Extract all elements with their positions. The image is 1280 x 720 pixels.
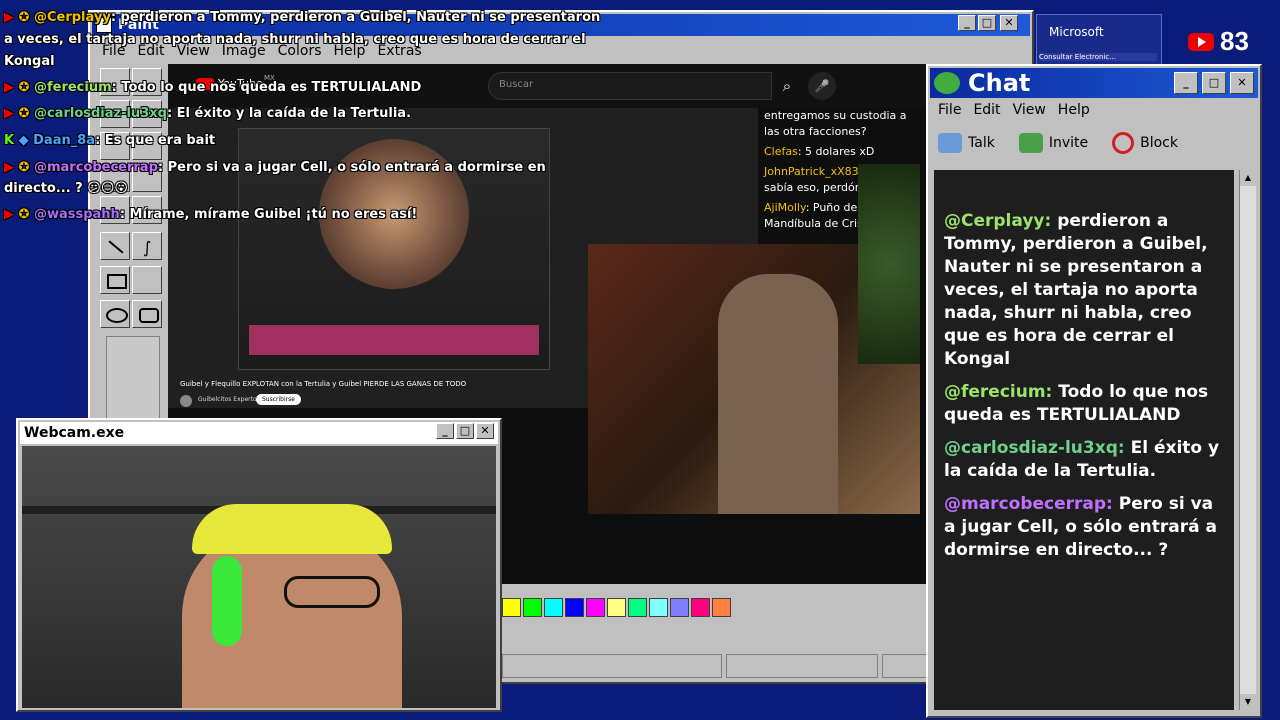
kick-icon: K — [4, 133, 15, 148]
chat-menu-help[interactable]: Help — [1052, 102, 1096, 118]
tool-polygon-icon[interactable] — [132, 266, 162, 294]
close-button[interactable]: ✕ — [1230, 72, 1254, 94]
headphones — [212, 556, 242, 646]
people-icon — [934, 72, 960, 94]
chat-toolbar: Talk Invite Block — [938, 132, 1178, 154]
overlay-chat-line: ▶ ✪ @Cerplayy: perdieron a Tommy, perdie… — [4, 10, 601, 25]
palette-color[interactable] — [649, 598, 668, 617]
chat-window: Chat _ □ ✕ File Edit View Help Talk Invi… — [926, 64, 1262, 718]
christmas-tree — [858, 164, 920, 364]
palette-color[interactable] — [607, 598, 626, 617]
palette-color[interactable] — [523, 598, 542, 617]
chat-log[interactable]: @Cerplayy: perdieron a Tommy, perdieron … — [934, 170, 1234, 710]
youtube-icon — [1188, 32, 1214, 51]
side-chat-line: entregamos su custodia a las otra faccio… — [764, 109, 907, 138]
overlay-chat-line: directo... ? 😕😑😮 — [4, 181, 128, 196]
badge-icon: ✪ — [18, 80, 30, 95]
chat-menu-edit[interactable]: Edit — [967, 102, 1006, 118]
badge-icon: ✪ — [18, 160, 30, 175]
chat-scrollbar[interactable]: ▲ ▼ — [1239, 170, 1256, 710]
palette-color[interactable] — [502, 598, 521, 617]
minimize-button[interactable]: _ — [1174, 72, 1198, 94]
palette-color[interactable] — [670, 598, 689, 617]
block-button[interactable]: Block — [1112, 132, 1178, 154]
subscribe-button[interactable]: Suscribirse — [256, 394, 301, 405]
overlay-chat-line: ▶ ✪ @marcobecerrap: Pero si va a jugar C… — [4, 160, 546, 175]
close-button[interactable]: ✕ — [1000, 15, 1018, 31]
viewer-counter: 83 — [1188, 26, 1249, 57]
msn-brand: Microsoft — [1049, 25, 1104, 39]
hat — [192, 504, 392, 554]
minimize-button[interactable]: _ — [958, 15, 976, 31]
scroll-down-icon[interactable]: ▼ — [1240, 694, 1256, 710]
webcam-feed — [22, 446, 496, 708]
tool-rounded-rect-icon[interactable] — [132, 300, 162, 328]
palette-color[interactable] — [712, 598, 731, 617]
tool-options-box — [106, 336, 160, 428]
overlay-chat-line: K ◆ Daan_8a: Es que era bait — [4, 133, 216, 148]
close-button[interactable]: ✕ — [476, 423, 494, 439]
youtube-icon: ▶ — [4, 10, 14, 25]
search-icon[interactable]: ⌕ — [772, 72, 802, 100]
chat-message: @Cerplayy: perdieron a Tommy, perdieron … — [944, 211, 1208, 369]
maximize-button[interactable]: □ — [1202, 72, 1226, 94]
minimize-button[interactable]: _ — [436, 423, 454, 439]
overlay-chat-line: Kongal — [4, 54, 55, 69]
msn-sub: Consultar Electronic... — [1039, 53, 1157, 61]
color-palette — [502, 598, 742, 620]
chat-menubar: File Edit View Help — [932, 102, 1096, 118]
webcam-title: Webcam.exe — [24, 425, 125, 441]
youtube-icon: ▶ — [4, 106, 14, 121]
glasses — [284, 576, 380, 608]
tool-line-icon[interactable] — [100, 232, 130, 260]
invite-button[interactable]: Invite — [1018, 133, 1088, 153]
channel-name: Guibelcitos Expertos — [198, 396, 260, 403]
talk-button[interactable]: Talk — [938, 133, 995, 153]
scroll-up-icon[interactable]: ▲ — [1240, 170, 1256, 186]
youtube-icon: ▶ — [4, 80, 14, 95]
tool-rectangle-icon[interactable] — [100, 266, 130, 294]
overlay-chat-line: a veces, el tartaja no aporta nada, shur… — [4, 32, 586, 47]
tool-curve-icon[interactable]: ∫ — [132, 232, 162, 260]
channel-avatar — [180, 395, 192, 407]
tool-ellipse-icon[interactable] — [100, 300, 130, 328]
overlay-chat-line: ▶ ✪ @ferecium: Todo lo que nos queda es … — [4, 80, 422, 95]
webcam-titlebar[interactable]: Webcam.exe — [20, 422, 498, 444]
palette-color[interactable] — [586, 598, 605, 617]
webcam-window: Webcam.exe _ □ ✕ — [16, 418, 502, 712]
msn-widget: Microsoft Consultar Electronic... — [1036, 14, 1162, 70]
video-title: Guibel y Flequillo EXPLOTAN con la Tertu… — [180, 380, 467, 388]
youtube-icon: ▶ — [4, 160, 14, 175]
palette-color[interactable] — [544, 598, 563, 617]
chat-menu-view[interactable]: View — [1007, 102, 1052, 118]
chat-message: @ferecium: Todo lo que nos queda es TERT… — [944, 382, 1209, 425]
chat-title: Chat — [968, 69, 1031, 97]
talk-icon — [938, 133, 962, 153]
side-chat-line: Clefas: 5 dolares xD — [764, 145, 875, 158]
invite-icon — [1018, 133, 1043, 153]
palette-color[interactable] — [691, 598, 710, 617]
block-icon — [1112, 132, 1135, 154]
mic-icon[interactable]: 🎤 — [808, 72, 836, 100]
overlay-chat-line: ▶ ✪ @wasspahh: Mírame, mírame Guibel ¡tú… — [4, 207, 418, 222]
maximize-button[interactable]: □ — [456, 423, 474, 439]
palette-color[interactable] — [565, 598, 584, 617]
maximize-button[interactable]: □ — [978, 15, 996, 31]
emoji-icon: 😕😑😮 — [87, 181, 128, 196]
overlay-chat-line: ▶ ✪ @carlosdiaz-lu3xq: El éxito y la caí… — [4, 106, 412, 121]
chat-message: @carlosdiaz-lu3xq: El éxito y la caída d… — [944, 438, 1220, 481]
badge-icon: ✪ — [18, 106, 30, 121]
youtube-icon: ▶ — [4, 207, 14, 222]
cube-icon: ◆ — [18, 133, 29, 148]
badge-icon: ✪ — [18, 207, 30, 222]
streamer-silhouette — [718, 274, 838, 514]
youtube-search-input[interactable]: Buscar — [488, 72, 772, 100]
badge-icon: ✪ — [18, 10, 30, 25]
chat-message: @marcobecerrap: Pero si va a jugar Cell,… — [944, 494, 1217, 560]
palette-color[interactable] — [628, 598, 647, 617]
inner-thumbs — [249, 325, 539, 355]
chat-menu-file[interactable]: File — [932, 102, 967, 118]
viewer-count: 83 — [1220, 26, 1249, 56]
